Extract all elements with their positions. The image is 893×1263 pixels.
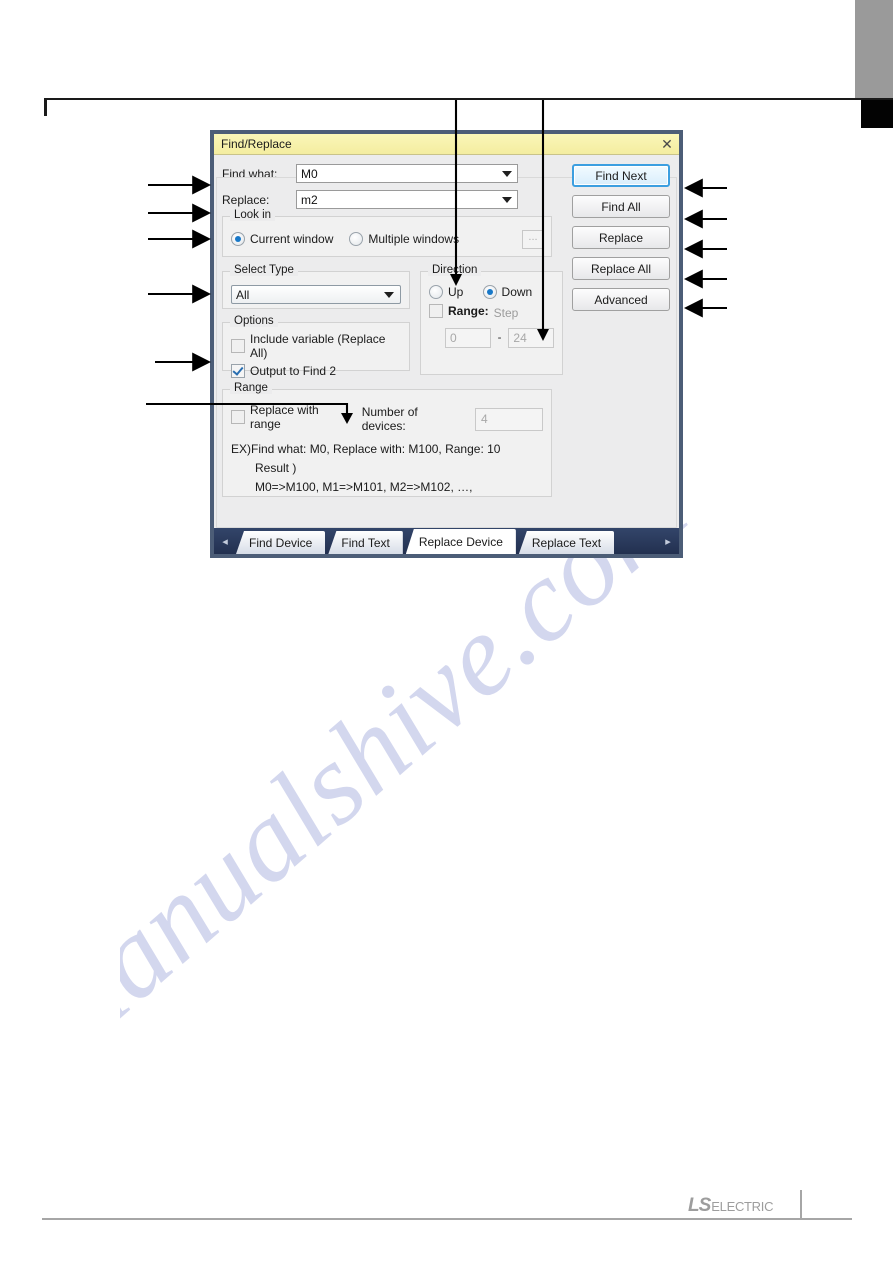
footer-rule bbox=[42, 1218, 852, 1220]
radio-dot-icon bbox=[349, 232, 364, 246]
right-column: Direction Up Down Range: Step 0 - 24 bbox=[420, 264, 563, 375]
radio-up[interactable]: Up bbox=[429, 285, 463, 299]
find-what-combo[interactable]: M0 bbox=[296, 164, 518, 183]
replace-all-button[interactable]: Replace All bbox=[572, 257, 670, 280]
range-group: Range Replace with range Number of devic… bbox=[222, 382, 552, 497]
look-in-legend: Look in bbox=[230, 209, 276, 221]
checkbox-include-variable[interactable]: Include variable (Replace All) bbox=[231, 332, 401, 360]
direction-range-to-input[interactable]: 24 bbox=[508, 328, 554, 348]
select-type-combo[interactable]: All bbox=[231, 285, 401, 304]
checkbox-icon bbox=[231, 410, 245, 424]
select-type-value: All bbox=[236, 287, 250, 302]
close-icon[interactable]: ✕ bbox=[659, 136, 675, 152]
options-group: Options Include variable (Replace All) O… bbox=[222, 315, 410, 378]
header-rule-tick bbox=[44, 98, 47, 116]
options-legend: Options bbox=[230, 315, 278, 327]
select-type-group: Select Type All bbox=[222, 264, 410, 309]
radio-dot-icon bbox=[482, 285, 497, 299]
left-column: Select Type All Options Include variable… bbox=[222, 264, 410, 378]
find-what-value: M0 bbox=[301, 166, 318, 181]
direction-range-from-input[interactable]: 0 bbox=[445, 328, 491, 348]
page-corner-black-tab bbox=[861, 100, 893, 128]
radio-up-label: Up bbox=[448, 285, 464, 299]
dialog-body: Find what: M0 Replace: m2 Look in Curren… bbox=[214, 155, 679, 554]
range-legend: Range bbox=[230, 382, 272, 394]
find-what-label: Find what: bbox=[222, 166, 278, 181]
checkbox-icon bbox=[429, 304, 443, 318]
logo-electric-text: ELECTRIC bbox=[711, 1199, 774, 1214]
page-corner-gray-tab bbox=[855, 0, 893, 99]
radio-multiple-windows[interactable]: Multiple windows bbox=[349, 232, 459, 246]
replace-label: Replace: bbox=[222, 192, 270, 207]
range-example-line-3: M0=>M100, M1=>M101, M2=>M102, …, bbox=[255, 480, 473, 494]
radio-dot-icon bbox=[429, 285, 443, 299]
dialog-button-column: Find Next Find All Replace Replace All A… bbox=[572, 164, 670, 319]
checkbox-icon bbox=[231, 339, 245, 353]
tab-find-device[interactable]: Find Device bbox=[236, 531, 326, 554]
checkbox-output-to-find-2-label: Output to Find 2 bbox=[250, 364, 337, 378]
radio-current-window-label: Current window bbox=[250, 232, 334, 246]
find-replace-dialog: Find/Replace ✕ Find what: M0 Replace: m2… bbox=[210, 130, 683, 558]
checkbox-include-variable-label: Include variable (Replace All) bbox=[250, 332, 386, 360]
chevron-down-icon[interactable] bbox=[502, 170, 512, 177]
tab-replace-device[interactable]: Replace Device bbox=[405, 529, 516, 554]
dialog-title: Find/Replace bbox=[221, 137, 292, 151]
browse-button[interactable]: ... bbox=[522, 230, 544, 249]
number-of-devices-input[interactable]: 4 bbox=[475, 407, 543, 431]
range-example-line-1: EX)Find what: M0, Replace with: M100, Ra… bbox=[231, 442, 501, 456]
direction-range-inputs: 0 - 24 bbox=[429, 328, 554, 348]
chevron-right-icon[interactable]: ▸ bbox=[657, 528, 679, 554]
chevron-down-icon[interactable] bbox=[384, 291, 394, 298]
tab-replace-text[interactable]: Replace Text bbox=[518, 531, 615, 554]
direction-range-label: Range: bbox=[448, 304, 489, 318]
look-in-group: Look in Current window Multiple windows … bbox=[222, 209, 552, 257]
replace-with-range-label: Replace with range bbox=[250, 403, 319, 431]
number-of-devices-label: Number of devices: bbox=[361, 405, 418, 433]
replace-combo[interactable]: m2 bbox=[296, 190, 518, 209]
checkbox-direction-range[interactable]: Range: bbox=[429, 304, 489, 318]
chevron-left-icon[interactable]: ◂ bbox=[214, 528, 236, 554]
checkbox-direction-range-row: Range: Step bbox=[429, 304, 554, 322]
direction-legend: Direction bbox=[428, 264, 482, 276]
direction-step-label: Step bbox=[493, 306, 519, 320]
direction-range-dash: - bbox=[497, 332, 502, 344]
chevron-down-icon[interactable] bbox=[502, 196, 512, 203]
footer-divider bbox=[800, 1190, 802, 1219]
radio-current-window[interactable]: Current window bbox=[231, 232, 333, 246]
direction-group: Direction Up Down Range: Step 0 - 24 bbox=[420, 264, 563, 375]
header-rule bbox=[44, 98, 893, 100]
radio-down-label: Down bbox=[501, 285, 533, 299]
replace-value: m2 bbox=[301, 192, 318, 207]
select-type-legend: Select Type bbox=[230, 264, 298, 276]
advanced-button[interactable]: Advanced bbox=[572, 288, 670, 311]
find-all-button[interactable]: Find All bbox=[572, 195, 670, 218]
checkbox-checked-icon bbox=[231, 364, 245, 378]
dialog-tabstrip: ◂ Find Device Find Text Replace Device R… bbox=[214, 528, 679, 554]
replace-button[interactable]: Replace bbox=[572, 226, 670, 249]
range-example-line-2: Result ) bbox=[255, 461, 297, 475]
tab-find-text[interactable]: Find Text bbox=[328, 531, 403, 554]
range-top-row: Replace with range Number of devices: 4 bbox=[231, 403, 543, 435]
checkbox-replace-with-range[interactable]: Replace with range bbox=[231, 403, 353, 431]
logo-ls-text: LS bbox=[688, 1195, 711, 1216]
radio-dot-icon bbox=[231, 232, 245, 246]
radio-multiple-windows-label: Multiple windows bbox=[368, 232, 460, 246]
radio-down[interactable]: Down bbox=[482, 285, 533, 299]
ls-electric-logo: LS ELECTRIC bbox=[688, 1195, 773, 1217]
checkbox-output-to-find-2[interactable]: Output to Find 2 bbox=[231, 364, 401, 378]
find-next-button[interactable]: Find Next bbox=[572, 164, 670, 187]
dialog-titlebar: Find/Replace ✕ bbox=[214, 134, 679, 155]
